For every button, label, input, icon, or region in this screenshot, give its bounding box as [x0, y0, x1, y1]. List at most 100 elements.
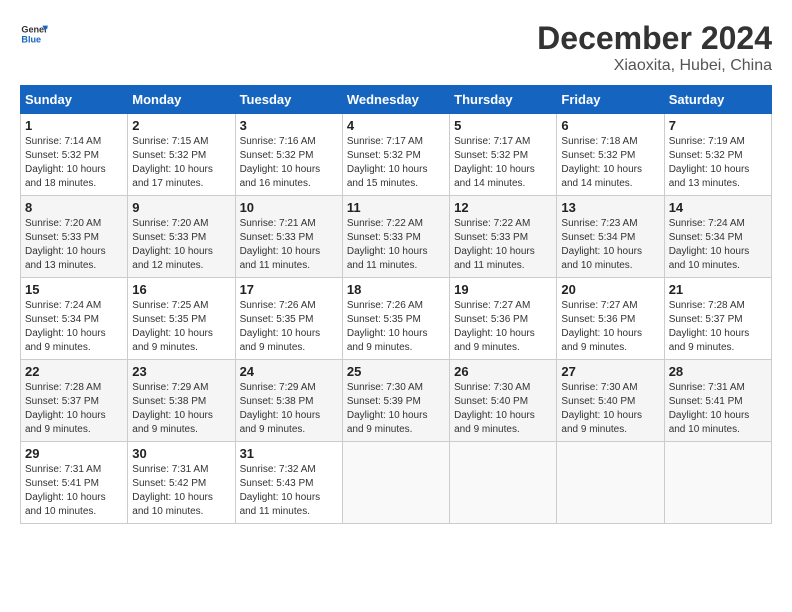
day-info: Sunrise: 7:25 AM Sunset: 5:35 PM Dayligh… — [132, 299, 230, 355]
day-number: 22 — [25, 364, 123, 379]
day-info: Sunrise: 7:29 AM Sunset: 5:38 PM Dayligh… — [132, 381, 230, 437]
day-info: Sunrise: 7:24 AM Sunset: 5:34 PM Dayligh… — [669, 217, 767, 273]
day-info: Sunrise: 7:26 AM Sunset: 5:35 PM Dayligh… — [347, 299, 445, 355]
calendar-cell: 31Sunrise: 7:32 AM Sunset: 5:43 PM Dayli… — [235, 442, 342, 524]
calendar-cell: 29 Sunrise: 7:31 AM Sunset: 5:41 PM Dayli… — [21, 442, 128, 524]
day-number: 14 — [669, 200, 767, 215]
day-info: Sunrise: 7:31 AM Sunset: 5:41 PM Dayligh… — [25, 463, 123, 519]
calendar-cell: 7Sunrise: 7:19 AM Sunset: 5:32 PM Daylig… — [664, 114, 771, 196]
calendar-cell: 16 Sunrise: 7:25 AM Sunset: 5:35 PM Dayli… — [128, 278, 235, 360]
day-number: 10 — [240, 200, 338, 215]
day-info: Sunrise: 7:31 AM Sunset: 5:42 PM Dayligh… — [132, 463, 230, 519]
day-info: Sunrise: 7:26 AM Sunset: 5:35 PM Dayligh… — [240, 299, 338, 355]
calendar-cell: 1Sunrise: 7:14 AM Sunset: 5:32 PM Daylig… — [21, 114, 128, 196]
calendar-header-row: SundayMondayTuesdayWednesdayThursdayFrid… — [21, 86, 772, 114]
day-info: Sunrise: 7:30 AM Sunset: 5:40 PM Dayligh… — [454, 381, 552, 437]
main-title: December 2024 — [537, 20, 772, 57]
day-number: 30 — [132, 446, 230, 461]
calendar-cell: 5 Sunrise: 7:17 AM Sunset: 5:32 PM Daylig… — [450, 114, 557, 196]
calendar-cell: 11Sunrise: 7:22 AM Sunset: 5:33 PM Dayli… — [342, 196, 449, 278]
day-number: 13 — [561, 200, 659, 215]
calendar-week-row: 22 Sunrise: 7:28 AM Sunset: 5:37 PM Dayli… — [21, 360, 772, 442]
day-info: Sunrise: 7:17 AM Sunset: 5:32 PM Dayligh… — [454, 135, 552, 191]
day-info: Sunrise: 7:22 AM Sunset: 5:33 PM Dayligh… — [454, 217, 552, 273]
calendar-cell: 13 Sunrise: 7:23 AM Sunset: 5:34 PM Dayli… — [557, 196, 664, 278]
svg-text:Blue: Blue — [21, 34, 41, 44]
day-number: 16 — [132, 282, 230, 297]
calendar-cell: 10 Sunrise: 7:21 AM Sunset: 5:33 PM Dayli… — [235, 196, 342, 278]
calendar-cell: 9Sunrise: 7:20 AM Sunset: 5:33 PM Daylig… — [128, 196, 235, 278]
calendar-cell: 17 Sunrise: 7:26 AM Sunset: 5:35 PM Dayli… — [235, 278, 342, 360]
day-number: 18 — [347, 282, 445, 297]
day-info: Sunrise: 7:23 AM Sunset: 5:34 PM Dayligh… — [561, 217, 659, 273]
calendar-week-row: 1Sunrise: 7:14 AM Sunset: 5:32 PM Daylig… — [21, 114, 772, 196]
calendar-cell: 30 Sunrise: 7:31 AM Sunset: 5:42 PM Dayli… — [128, 442, 235, 524]
calendar-cell: 27Sunrise: 7:30 AM Sunset: 5:40 PM Dayli… — [557, 360, 664, 442]
day-info: Sunrise: 7:15 AM Sunset: 5:32 PM Dayligh… — [132, 135, 230, 191]
day-number: 2 — [132, 118, 230, 133]
day-number: 20 — [561, 282, 659, 297]
calendar-cell: 19 Sunrise: 7:27 AM Sunset: 5:36 PM Dayli… — [450, 278, 557, 360]
day-number: 19 — [454, 282, 552, 297]
header: General Blue December 2024 Xiaoxita, Hub… — [20, 20, 772, 75]
day-info: Sunrise: 7:28 AM Sunset: 5:37 PM Dayligh… — [25, 381, 123, 437]
calendar-cell: 28 Sunrise: 7:31 AM Sunset: 5:41 PM Dayli… — [664, 360, 771, 442]
day-number: 31 — [240, 446, 338, 461]
logo-icon: General Blue — [20, 20, 48, 48]
calendar-cell: 4Sunrise: 7:17 AM Sunset: 5:32 PM Daylig… — [342, 114, 449, 196]
calendar-cell — [664, 442, 771, 524]
day-header-tuesday: Tuesday — [235, 86, 342, 114]
day-info: Sunrise: 7:20 AM Sunset: 5:33 PM Dayligh… — [25, 217, 123, 273]
day-info: Sunrise: 7:31 AM Sunset: 5:41 PM Dayligh… — [669, 381, 767, 437]
calendar-cell: 25 Sunrise: 7:30 AM Sunset: 5:39 PM Dayli… — [342, 360, 449, 442]
calendar-cell: 26Sunrise: 7:30 AM Sunset: 5:40 PM Dayli… — [450, 360, 557, 442]
subtitle: Xiaoxita, Hubei, China — [537, 57, 772, 75]
day-info: Sunrise: 7:19 AM Sunset: 5:32 PM Dayligh… — [669, 135, 767, 191]
day-number: 3 — [240, 118, 338, 133]
day-number: 12 — [454, 200, 552, 215]
day-number: 21 — [669, 282, 767, 297]
day-number: 4 — [347, 118, 445, 133]
day-number: 29 — [25, 446, 123, 461]
calendar-cell — [450, 442, 557, 524]
day-number: 1 — [25, 118, 123, 133]
day-number: 9 — [132, 200, 230, 215]
calendar-cell: 18 Sunrise: 7:26 AM Sunset: 5:35 PM Dayli… — [342, 278, 449, 360]
calendar-cell: 8Sunrise: 7:20 AM Sunset: 5:33 PM Daylig… — [21, 196, 128, 278]
calendar-body: 1Sunrise: 7:14 AM Sunset: 5:32 PM Daylig… — [21, 114, 772, 524]
calendar-cell: 23 Sunrise: 7:29 AM Sunset: 5:38 PM Dayli… — [128, 360, 235, 442]
day-number: 5 — [454, 118, 552, 133]
day-header-saturday: Saturday — [664, 86, 771, 114]
day-info: Sunrise: 7:30 AM Sunset: 5:39 PM Dayligh… — [347, 381, 445, 437]
calendar-week-row: 8Sunrise: 7:20 AM Sunset: 5:33 PM Daylig… — [21, 196, 772, 278]
day-number: 15 — [25, 282, 123, 297]
calendar-cell: 14 Sunrise: 7:24 AM Sunset: 5:34 PM Dayli… — [664, 196, 771, 278]
calendar-week-row: 15 Sunrise: 7:24 AM Sunset: 5:34 PM Dayli… — [21, 278, 772, 360]
calendar-cell: 15 Sunrise: 7:24 AM Sunset: 5:34 PM Dayli… — [21, 278, 128, 360]
calendar-cell — [342, 442, 449, 524]
day-number: 24 — [240, 364, 338, 379]
day-info: Sunrise: 7:21 AM Sunset: 5:33 PM Dayligh… — [240, 217, 338, 273]
day-number: 28 — [669, 364, 767, 379]
day-info: Sunrise: 7:18 AM Sunset: 5:32 PM Dayligh… — [561, 135, 659, 191]
calendar-cell: 21 Sunrise: 7:28 AM Sunset: 5:37 PM Dayli… — [664, 278, 771, 360]
day-number: 25 — [347, 364, 445, 379]
calendar-cell: 6 Sunrise: 7:18 AM Sunset: 5:32 PM Daylig… — [557, 114, 664, 196]
calendar-week-row: 29 Sunrise: 7:31 AM Sunset: 5:41 PM Dayli… — [21, 442, 772, 524]
day-info: Sunrise: 7:24 AM Sunset: 5:34 PM Dayligh… — [25, 299, 123, 355]
day-info: Sunrise: 7:16 AM Sunset: 5:32 PM Dayligh… — [240, 135, 338, 191]
day-info: Sunrise: 7:27 AM Sunset: 5:36 PM Dayligh… — [454, 299, 552, 355]
day-info: Sunrise: 7:29 AM Sunset: 5:38 PM Dayligh… — [240, 381, 338, 437]
day-number: 23 — [132, 364, 230, 379]
day-header-friday: Friday — [557, 86, 664, 114]
day-number: 17 — [240, 282, 338, 297]
day-header-monday: Monday — [128, 86, 235, 114]
calendar-cell: 24 Sunrise: 7:29 AM Sunset: 5:38 PM Dayli… — [235, 360, 342, 442]
day-number: 27 — [561, 364, 659, 379]
day-header-wednesday: Wednesday — [342, 86, 449, 114]
calendar-table: SundayMondayTuesdayWednesdayThursdayFrid… — [20, 85, 772, 524]
day-info: Sunrise: 7:28 AM Sunset: 5:37 PM Dayligh… — [669, 299, 767, 355]
day-info: Sunrise: 7:27 AM Sunset: 5:36 PM Dayligh… — [561, 299, 659, 355]
day-number: 6 — [561, 118, 659, 133]
logo: General Blue — [20, 20, 48, 48]
